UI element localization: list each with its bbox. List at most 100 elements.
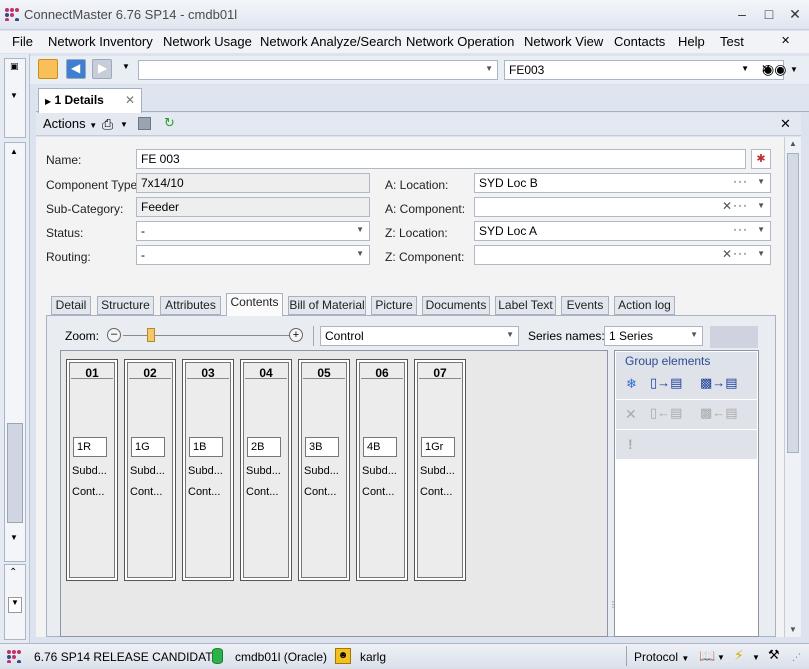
rail-scrollbar[interactable]: ▲ ▼ (4, 142, 26, 562)
move-into-group-icon[interactable]: ▯→▤ (650, 375, 682, 391)
zoom-in-icon[interactable]: + (289, 328, 303, 342)
chevron-down-icon[interactable]: ▼ (757, 201, 765, 210)
menu-network-analyze-search[interactable]: Network Analyze/Search (260, 34, 402, 49)
tab-events[interactable]: Events (561, 296, 609, 315)
menu-file[interactable]: File (12, 34, 33, 49)
move-clipboard-into-group-icon[interactable]: ▩→▤ (700, 375, 738, 391)
chevron-down-icon[interactable]: ▼ (10, 91, 18, 100)
dropdown-icon[interactable]: ▼ (8, 597, 22, 613)
home-icon[interactable] (38, 59, 58, 79)
menu-network-inventory[interactable]: Network Inventory (48, 34, 153, 49)
tab-documents[interactable]: Documents (422, 296, 490, 315)
slot-card[interactable]: 06 4B Subd... Cont... (356, 359, 408, 581)
a-component-field[interactable]: ✕ ··· ▼ (474, 197, 771, 217)
chevron-down-icon[interactable]: ▼ (757, 225, 765, 234)
more-options-icon[interactable]: ··· (733, 174, 748, 188)
tab-action-log[interactable]: Action log (614, 296, 675, 315)
pin-icon[interactable]: ▣ (10, 61, 19, 72)
name-options-icon[interactable]: ✱ (751, 149, 771, 169)
chevron-down-icon[interactable]: ▼ (757, 177, 765, 186)
rail-bottom-controls[interactable]: ⌃ ▼ (4, 564, 26, 640)
lightning-dropdown-icon[interactable]: ▼ (752, 653, 760, 662)
chevron-down-icon[interactable]: ▼ (789, 625, 797, 634)
menu-close-icon[interactable]: ✕ (781, 34, 790, 47)
actions-menu-button[interactable]: Actions ▼ (43, 116, 97, 131)
slot-card[interactable]: 07 1Gr Subd... Cont... (414, 359, 466, 581)
tab-attributes[interactable]: Attributes (160, 296, 221, 315)
search-dropdown-icon[interactable]: ▼ (741, 64, 749, 73)
book-icon[interactable]: 📖 (699, 648, 715, 664)
chevron-down-icon[interactable]: ▼ (10, 533, 18, 542)
search-input[interactable]: FE003 ▼ ✕ (504, 60, 784, 80)
tab-detail[interactable]: Detail (51, 296, 91, 315)
tab-structure[interactable]: Structure (97, 296, 154, 315)
book-dropdown-icon[interactable]: ▼ (717, 653, 725, 662)
menu-network-operation[interactable]: Network Operation (406, 34, 514, 49)
a-location-field[interactable]: SYD Loc B ··· ▼ (474, 173, 771, 193)
z-component-field[interactable]: ✕ ··· ▼ (474, 245, 771, 265)
back-icon[interactable]: ◀ (66, 59, 86, 79)
resize-grip-icon[interactable]: ⋰ (792, 652, 801, 663)
routing-select[interactable]: - ▼ (136, 245, 370, 265)
menu-help[interactable]: Help (678, 34, 705, 49)
close-tab-icon[interactable]: ✕ (125, 93, 135, 107)
print-icon[interactable]: ⎙ (102, 116, 113, 133)
menu-network-view[interactable]: Network View (524, 34, 603, 49)
z-location-field[interactable]: SYD Loc A ··· ▼ (474, 221, 771, 241)
slot-label-box[interactable]: 2B (247, 437, 281, 457)
tools-icon[interactable]: ⚒ (768, 647, 780, 663)
slot-label-box[interactable]: 3B (305, 437, 339, 457)
name-field[interactable]: FE 003 (136, 149, 746, 169)
slot-card[interactable]: 02 1G Subd... Cont... (124, 359, 176, 581)
find-dropdown-icon[interactable]: ▼ (790, 65, 798, 74)
details-scrollbar[interactable]: ▲ ▼ (784, 137, 801, 637)
tab-bill-of-material[interactable]: Bill of Material (288, 296, 366, 315)
close-details-icon[interactable]: ✕ (780, 116, 791, 132)
slot-label-box[interactable]: 4B (363, 437, 397, 457)
slot-label-box[interactable]: 1B (189, 437, 223, 457)
slot-label-box[interactable]: 1Gr (421, 437, 455, 457)
slot-card[interactable]: 05 3B Subd... Cont... (298, 359, 350, 581)
lightning-icon[interactable]: ⚡ (734, 647, 744, 664)
nav-history-dropdown-icon[interactable]: ▼ (122, 62, 130, 71)
menu-contacts[interactable]: Contacts (614, 34, 665, 49)
slot-label-box[interactable]: 1R (73, 437, 107, 457)
chevron-up-icon[interactable]: ▲ (10, 147, 18, 156)
status-select[interactable]: - ▼ (136, 221, 370, 241)
minimize-icon[interactable]: – (732, 5, 752, 23)
zoom-out-icon[interactable]: – (107, 328, 121, 342)
slot-label-box[interactable]: 1G (131, 437, 165, 457)
snowflake-icon[interactable]: ❄ (626, 376, 637, 392)
tab-label-text[interactable]: Label Text (495, 296, 556, 315)
binoculars-icon[interactable]: ◉◉ (762, 61, 786, 78)
protocol-menu[interactable]: Protocol ▼ (634, 650, 689, 664)
more-options-icon[interactable]: ··· (733, 198, 748, 212)
save-icon[interactable] (138, 117, 151, 130)
more-options-icon[interactable]: ··· (733, 222, 748, 236)
slot-card[interactable]: 03 1B Subd... Cont... (182, 359, 234, 581)
scroll-thumb[interactable] (787, 153, 799, 453)
tab-picture[interactable]: Picture (371, 296, 417, 315)
menu-test[interactable]: Test (720, 34, 744, 49)
forward-icon[interactable]: ▶ (92, 59, 112, 79)
menu-network-usage[interactable]: Network Usage (163, 34, 252, 49)
series-names-select[interactable]: 1 Series ▼ (604, 326, 703, 346)
chevron-up-icon[interactable]: ▲ (789, 139, 797, 148)
tab-1-details[interactable]: ▶ 1 Details ✕ (38, 88, 142, 113)
path-combo[interactable]: ▼ (138, 60, 498, 80)
rail-scroll-thumb[interactable] (7, 423, 23, 523)
double-chevron-up-icon[interactable]: ⌃ (9, 567, 17, 578)
tab-contents[interactable]: Contents (226, 293, 283, 316)
more-options-icon[interactable]: ··· (733, 246, 748, 260)
clear-icon[interactable]: ✕ (722, 199, 732, 213)
slot-card[interactable]: 01 1R Subd... Cont... (66, 359, 118, 581)
clear-icon[interactable]: ✕ (722, 247, 732, 261)
zoom-slider-thumb[interactable] (147, 328, 155, 342)
slot-card[interactable]: 04 2B Subd... Cont... (240, 359, 292, 581)
rail-scroll-top[interactable]: ▣ ▼ (4, 58, 26, 138)
close-window-icon[interactable]: ✕ (785, 5, 805, 23)
print-dropdown-icon[interactable]: ▼ (120, 120, 128, 129)
view-mode-select[interactable]: Control ▼ (320, 326, 519, 346)
maximize-icon[interactable]: □ (759, 5, 779, 23)
refresh-icon[interactable]: ↻ (164, 115, 175, 131)
